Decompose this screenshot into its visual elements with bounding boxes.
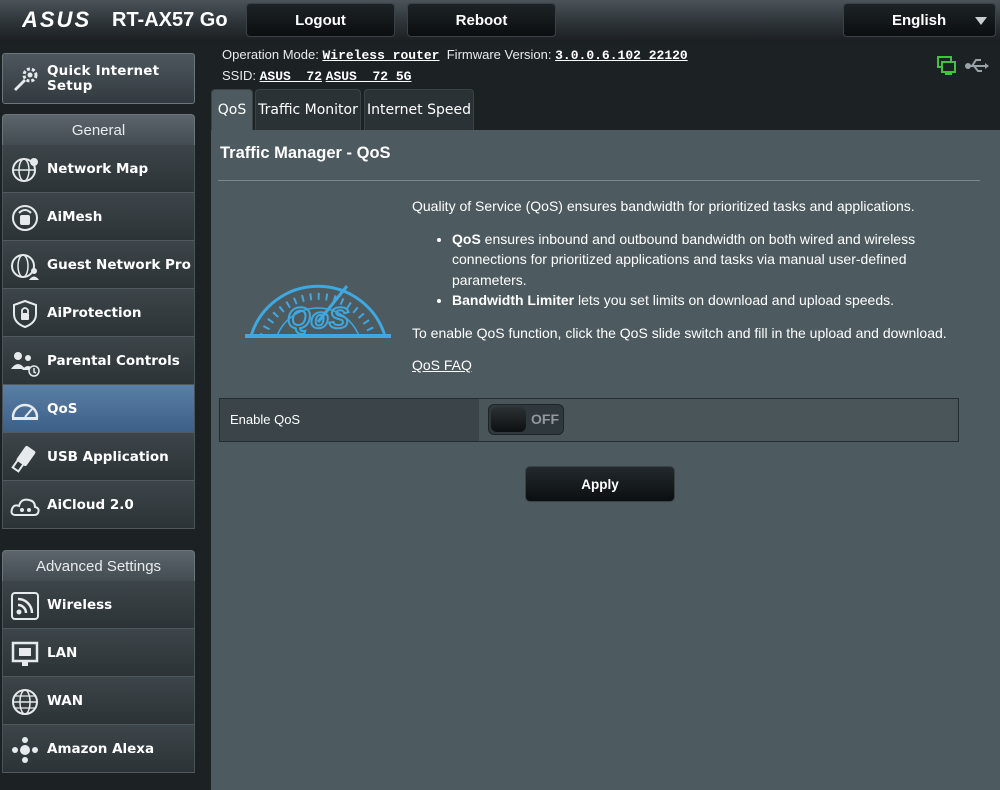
sidebar-item-label: QoS bbox=[47, 400, 78, 417]
sidebar-item-aiprotection[interactable]: AiProtection bbox=[2, 289, 195, 337]
asus-logo: ASUS bbox=[22, 7, 91, 32]
quick-internet-setup-button[interactable]: Quick Internet Setup bbox=[2, 53, 195, 104]
general-menu: Network Map AiMesh Guest Network Pro AiP… bbox=[2, 145, 195, 529]
tab-qos[interactable]: QoS bbox=[211, 89, 253, 130]
aimesh-icon bbox=[12, 205, 38, 231]
lan-icon bbox=[11, 641, 39, 666]
aicloud-icon bbox=[10, 498, 40, 516]
bullet-title: QoS bbox=[452, 230, 481, 247]
quick-setup-label: Quick Internet Setup bbox=[47, 62, 160, 94]
apply-button[interactable]: Apply bbox=[525, 466, 675, 502]
svg-text:ASUS: ASUS bbox=[22, 7, 91, 32]
chevron-down-icon bbox=[975, 17, 987, 25]
advanced-settings-header: Advanced Settings bbox=[2, 550, 195, 581]
sidebar-item-label: AiProtection bbox=[47, 304, 142, 321]
intro-text: Quality of Service (QoS) ensures bandwid… bbox=[412, 198, 915, 214]
sidebar-item-wan[interactable]: WAN bbox=[2, 677, 195, 725]
qos-gauge-illustration: QoS bbox=[245, 284, 391, 338]
bullet-title: Bandwidth Limiter bbox=[452, 292, 575, 308]
enable-qos-row: Enable QoS OFF bbox=[219, 398, 959, 442]
sidebar-item-guest-network[interactable]: Guest Network Pro bbox=[2, 241, 195, 289]
sidebar-item-label: Guest Network Pro bbox=[47, 256, 191, 273]
bullet-text: lets you set limits on download and uplo… bbox=[574, 292, 894, 308]
sidebar-item-amazon-alexa[interactable]: Amazon Alexa bbox=[2, 725, 195, 773]
qos-description: Quality of Service (QoS) ensures bandwid… bbox=[412, 196, 972, 376]
advanced-menu: Wireless LAN WAN Amazon Alexa bbox=[2, 581, 195, 773]
tab-internet-speed[interactable]: Internet Speed bbox=[364, 89, 474, 130]
feature-list: QoS ensures inbound and outbound bandwid… bbox=[412, 229, 972, 311]
sidebar-item-aimesh[interactable]: AiMesh bbox=[2, 193, 195, 241]
enable-qos-label: Enable QoS bbox=[220, 399, 479, 441]
title-divider bbox=[218, 180, 980, 181]
sidebar-item-label: Wireless bbox=[47, 596, 113, 613]
router-model: RT-AX57 Go bbox=[112, 9, 228, 31]
tab-traffic-monitor[interactable]: Traffic Monitor bbox=[255, 89, 361, 130]
toggle-knob bbox=[491, 407, 526, 432]
language-value: English bbox=[892, 11, 947, 29]
guest-network-icon bbox=[11, 254, 39, 280]
alexa-icon bbox=[12, 737, 38, 763]
sidebar-item-qos[interactable]: QoS bbox=[2, 385, 195, 433]
network-map-icon bbox=[12, 158, 38, 182]
ssid-link-2[interactable]: ASUS _72_5G bbox=[326, 69, 412, 84]
usb-icon bbox=[11, 445, 36, 473]
wan-icon bbox=[12, 689, 38, 715]
firmware-label: Firmware Version: bbox=[446, 47, 552, 62]
language-select[interactable]: English bbox=[843, 3, 996, 37]
sidebar-item-label: Network Map bbox=[47, 160, 149, 177]
reboot-button[interactable]: Reboot bbox=[407, 3, 556, 37]
logout-button[interactable]: Logout bbox=[246, 3, 395, 37]
content-panel: Traffic Manager - QoS QoS Quality of Ser… bbox=[211, 130, 1000, 790]
enable-hint: To enable QoS function, click the QoS sl… bbox=[412, 324, 947, 341]
aiprotection-icon bbox=[13, 299, 37, 329]
top-bar: ASUS RT-AX57 Go Logout Reboot English bbox=[0, 0, 1000, 42]
sidebar-item-label: LAN bbox=[47, 644, 78, 661]
sidebar-item-label: AiMesh bbox=[47, 208, 103, 225]
firmware-link[interactable]: 3.0.0.6.102_22120 bbox=[555, 48, 688, 63]
sidebar-item-label: WAN bbox=[47, 692, 84, 709]
ssid-link-1[interactable]: ASUS _72 bbox=[260, 69, 322, 84]
gauge-text: QoS bbox=[287, 302, 349, 335]
sidebar-item-network-map[interactable]: Network Map bbox=[2, 145, 195, 193]
sidebar-item-label: Amazon Alexa bbox=[47, 740, 155, 757]
parental-controls-icon bbox=[11, 352, 40, 377]
enable-qos-toggle[interactable]: OFF bbox=[488, 404, 564, 435]
sidebar-item-usb-application[interactable]: USB Application bbox=[2, 433, 195, 481]
sidebar-item-label: USB Application bbox=[47, 448, 169, 465]
list-item: QoS ensures inbound and outbound bandwid… bbox=[452, 229, 972, 291]
sidebar-item-label: AiCloud 2.0 bbox=[47, 496, 134, 513]
ssid-label: SSID: bbox=[222, 68, 256, 83]
qos-icon bbox=[11, 403, 39, 420]
sidebar-item-aicloud[interactable]: AiCloud 2.0 bbox=[2, 481, 195, 529]
list-item: Bandwidth Limiter lets you set limits on… bbox=[452, 290, 972, 311]
sidebar-item-lan[interactable]: LAN bbox=[2, 629, 195, 677]
usb-status-icon[interactable] bbox=[964, 55, 990, 77]
operation-mode-label: Operation Mode: bbox=[222, 47, 319, 62]
sidebar-item-wireless[interactable]: Wireless bbox=[2, 581, 195, 629]
qos-faq-link[interactable]: QoS FAQ bbox=[412, 355, 472, 376]
router-info: Operation Mode: Wireless router Firmware… bbox=[222, 45, 688, 87]
page-title: Traffic Manager - QoS bbox=[220, 144, 391, 162]
general-header: General bbox=[2, 114, 195, 145]
operation-mode-link[interactable]: Wireless router bbox=[322, 48, 439, 63]
enable-qos-cell: OFF bbox=[479, 399, 958, 441]
sidebar-item-label: Parental Controls bbox=[47, 352, 180, 369]
quick-setup-icon bbox=[14, 67, 38, 91]
toggle-state: OFF bbox=[531, 411, 559, 427]
bullet-text: ensures inbound and outbound bandwidth o… bbox=[452, 230, 916, 288]
internet-status-icon[interactable] bbox=[936, 55, 958, 77]
wireless-icon bbox=[11, 592, 39, 620]
sidebar-item-parental-controls[interactable]: Parental Controls bbox=[2, 337, 195, 385]
